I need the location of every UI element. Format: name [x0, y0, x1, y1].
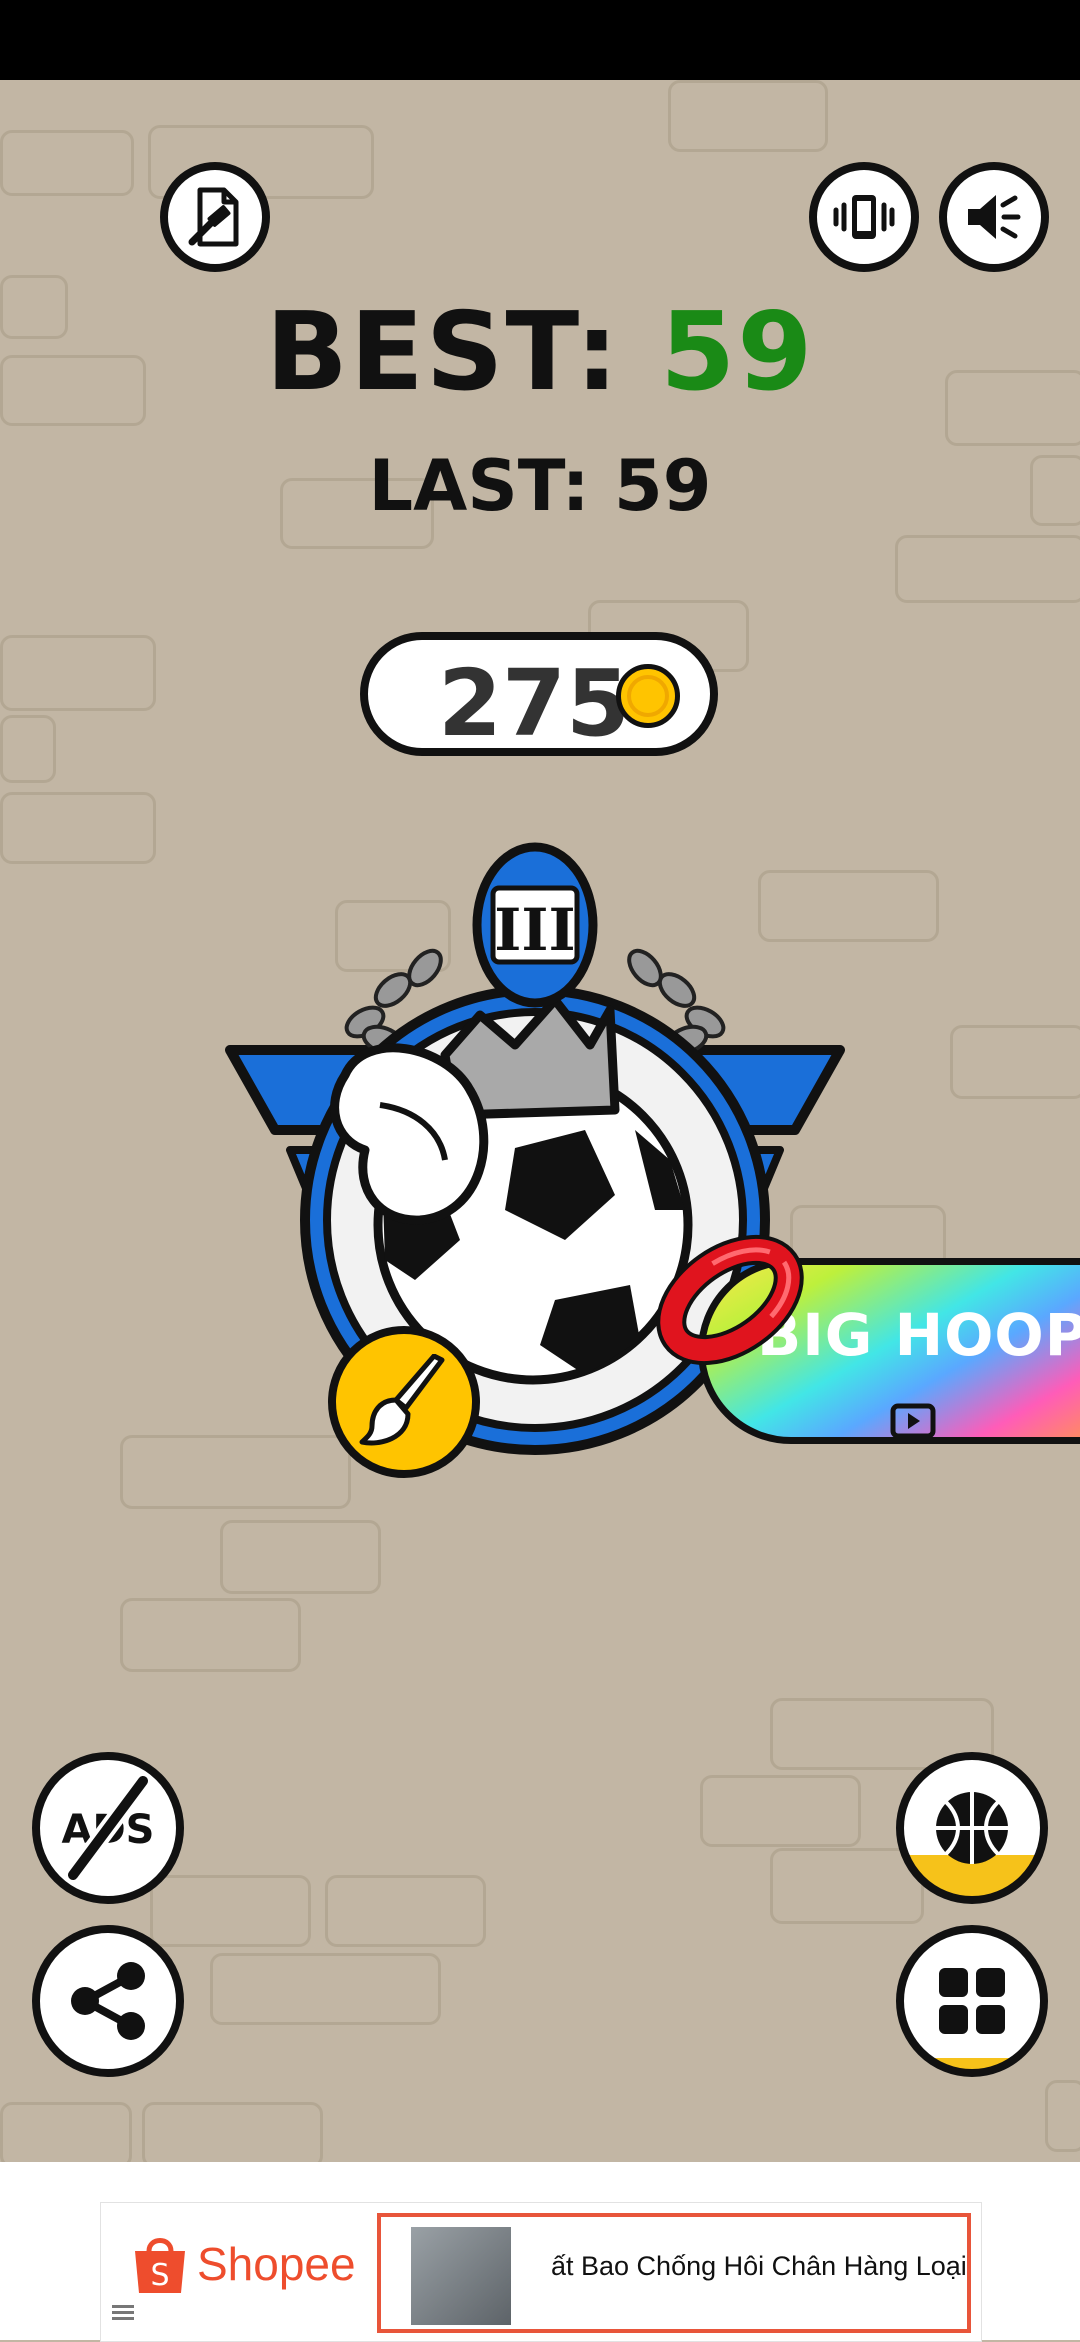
ad-product-card[interactable]: ất Bao Chống Hôi Chân Hàng Loại 1 Dày — [377, 2213, 971, 2333]
paint-brush-icon — [359, 1354, 445, 1446]
coin-counter: 275 — [360, 632, 718, 757]
remove-ads-button[interactable]: ADS — [32, 1752, 184, 1904]
svg-text:S: S — [150, 2258, 169, 2293]
share-button[interactable] — [32, 1925, 184, 2077]
big-hoops-label: BIG HOOPS — [757, 1301, 1080, 1369]
coin-count: 275 — [438, 650, 631, 757]
status-bar — [0, 0, 1080, 80]
rank-numeral: III — [494, 896, 575, 964]
ball-select-button[interactable] — [896, 1752, 1048, 1904]
basketball-icon — [936, 1792, 1008, 1864]
red-hoop-ring-icon — [656, 1234, 804, 1366]
vibration-toggle-button[interactable] — [809, 162, 919, 272]
ad-product-image — [411, 2227, 511, 2325]
best-score: BEST: 59 — [0, 290, 1080, 415]
vibration-icon — [833, 195, 895, 239]
best-score-label: BEST: — [265, 290, 621, 415]
shopee-bag-icon: S — [135, 2238, 185, 2293]
speaker-icon — [968, 195, 1021, 239]
last-score-value: 59 — [614, 445, 712, 527]
video-ad-icon — [890, 1403, 936, 1437]
best-score-value: 59 — [660, 290, 815, 415]
document-hammer-icon — [188, 187, 239, 247]
shopee-ad[interactable]: S Shopee ất Bao Chống Hôi Chân Hàng Loại… — [100, 2202, 982, 2342]
coin-icon — [616, 664, 680, 728]
ad-product-text: ất Bao Chống Hôi Chân Hàng Loại 1 Dày — [551, 2251, 967, 2281]
sound-toggle-button[interactable] — [939, 162, 1049, 272]
shopee-logo: S Shopee — [131, 2233, 356, 2295]
edit-tool-button[interactable] — [160, 162, 270, 272]
customize-brush-button[interactable] — [328, 1326, 480, 1478]
no-ads-icon: ADS — [61, 1775, 155, 1881]
shopee-brand: Shopee — [197, 2238, 356, 2290]
last-score: LAST: 59 — [0, 445, 1080, 527]
ad-banner[interactable]: S Shopee ất Bao Chống Hôi Chân Hàng Loại… — [0, 2162, 1080, 2342]
menu-grid-button[interactable] — [896, 1925, 1048, 2077]
ad-menu-icon[interactable] — [112, 2304, 134, 2322]
share-icon — [71, 1962, 145, 2040]
grid-icon — [939, 1968, 1005, 2034]
last-score-label: LAST: — [368, 445, 590, 527]
